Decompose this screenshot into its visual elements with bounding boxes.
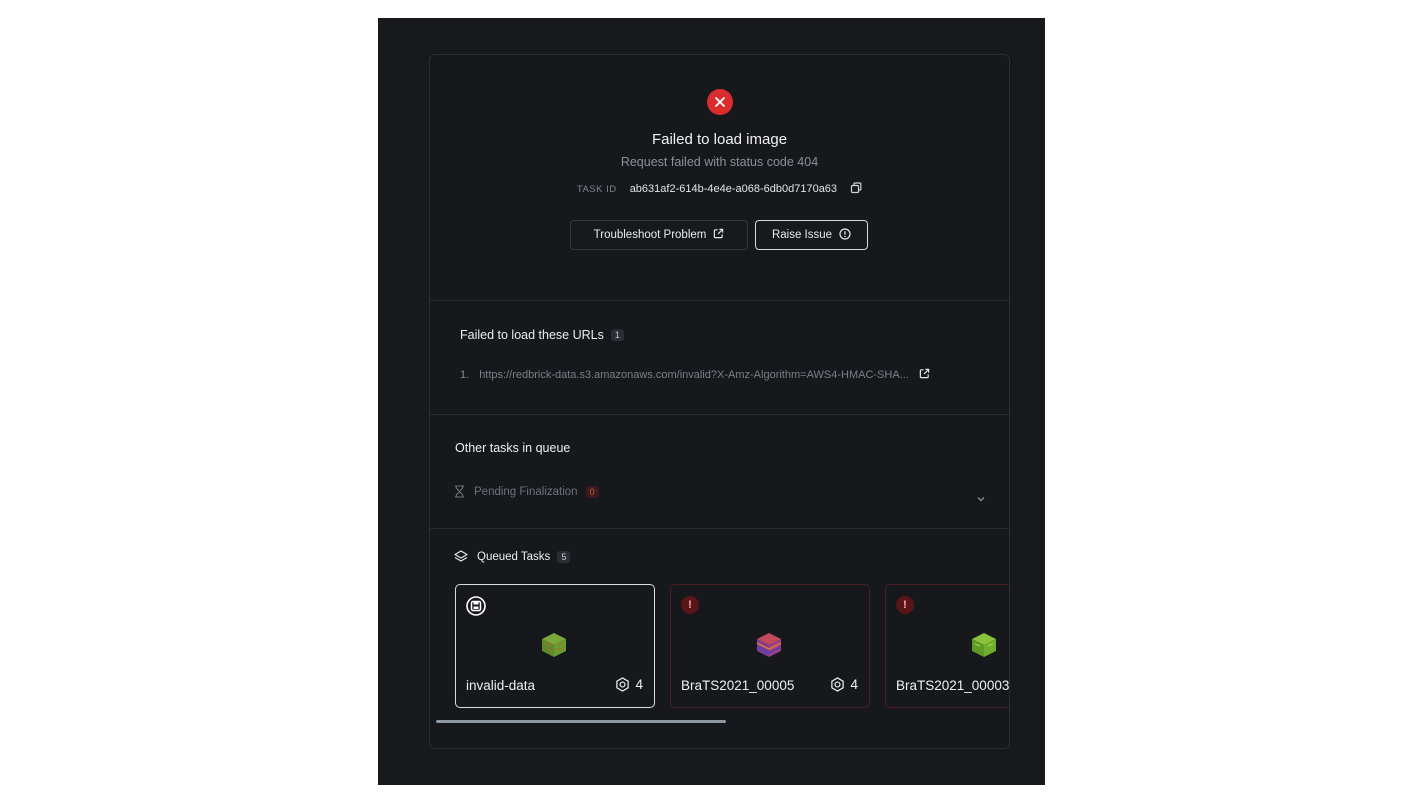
task-count: 4 [615, 677, 643, 692]
other-tasks-title: Other tasks in queue [455, 441, 571, 455]
external-link-icon[interactable] [919, 368, 930, 382]
alert-icon: ! [681, 596, 699, 614]
task-tile[interactable]: ! BraTS2021_00005 4 [670, 584, 870, 708]
layers-icon [454, 550, 477, 564]
troubleshoot-button[interactable]: Troubleshoot Problem [570, 220, 748, 250]
task-tile[interactable]: invalid-data 4 [455, 584, 655, 708]
cube-thumbnail [970, 631, 998, 664]
horizontal-scrollbar[interactable] [436, 720, 726, 723]
task-name: BraTS2021_00005 [681, 678, 795, 693]
save-icon [466, 596, 486, 621]
error-panel: Failed to load image Request failed with… [429, 54, 1010, 749]
task-id-row: TASK ID ab631af2-614b-4e4e-a068-6db0d717… [430, 182, 1009, 197]
queued-tasks-title: Queued Tasks 5 [454, 550, 571, 564]
url-number: 1. [460, 369, 470, 381]
task-count: 4 [830, 677, 858, 692]
url-link[interactable]: https://redbrick-data.s3.amazonaws.com/i… [479, 369, 909, 381]
failed-urls-section: Failed to load these URLs 1 1. https://re… [430, 301, 1009, 415]
cube-thumbnail [540, 631, 568, 664]
error-title: Failed to load image [651, 131, 788, 148]
task-id-label: TASK ID [576, 184, 617, 195]
task-name: invalid-data [466, 678, 536, 693]
queued-tasks-count: 5 [557, 551, 571, 563]
error-header: Failed to load image Request failed with… [430, 55, 1009, 301]
queued-tasks-section: Queued Tasks 5 invalid-data 4 ! BraTS202… [430, 529, 1010, 748]
alert-icon: ! [896, 596, 914, 614]
info-circle-icon [839, 227, 851, 243]
app-frame: Failed to load image Request failed with… [378, 18, 1045, 785]
raise-issue-button[interactable]: Raise Issue [755, 220, 868, 250]
pending-count: 0 [585, 485, 599, 498]
task-id-value: ab631af2-614b-4e4e-a068-6db0d7170a63 [629, 183, 838, 195]
pending-finalization-row[interactable]: Pending Finalization 0 [454, 485, 599, 498]
raise-issue-label: Raise Issue [771, 229, 833, 241]
external-link-icon [713, 228, 724, 242]
close-icon [707, 89, 733, 115]
error-subtitle: Request failed with status code 404 [620, 155, 819, 169]
task-tile[interactable]: ! BraTS2021_00003 [885, 584, 1010, 708]
task-name: BraTS2021_00003 [896, 678, 1010, 693]
hourglass-icon [454, 485, 465, 498]
copy-icon[interactable] [850, 182, 862, 197]
hexagon-icon [830, 677, 845, 692]
other-tasks-section: Other tasks in queue Pending Finalizatio… [430, 415, 1009, 529]
chevron-down-icon[interactable] [977, 489, 985, 507]
hexagon-icon [615, 677, 630, 692]
failed-urls-title: Failed to load these URLs 1 [460, 328, 624, 342]
troubleshoot-label: Troubleshoot Problem [593, 229, 707, 241]
url-item: 1. https://redbrick-data.s3.amazonaws.co… [460, 368, 1000, 382]
queued-task-list: invalid-data 4 ! BraTS2021_00005 4 ! Bra… [455, 584, 1010, 709]
failed-urls-count: 1 [610, 329, 624, 341]
cube-thumbnail [755, 631, 783, 664]
pending-label: Pending Finalization [474, 485, 578, 498]
